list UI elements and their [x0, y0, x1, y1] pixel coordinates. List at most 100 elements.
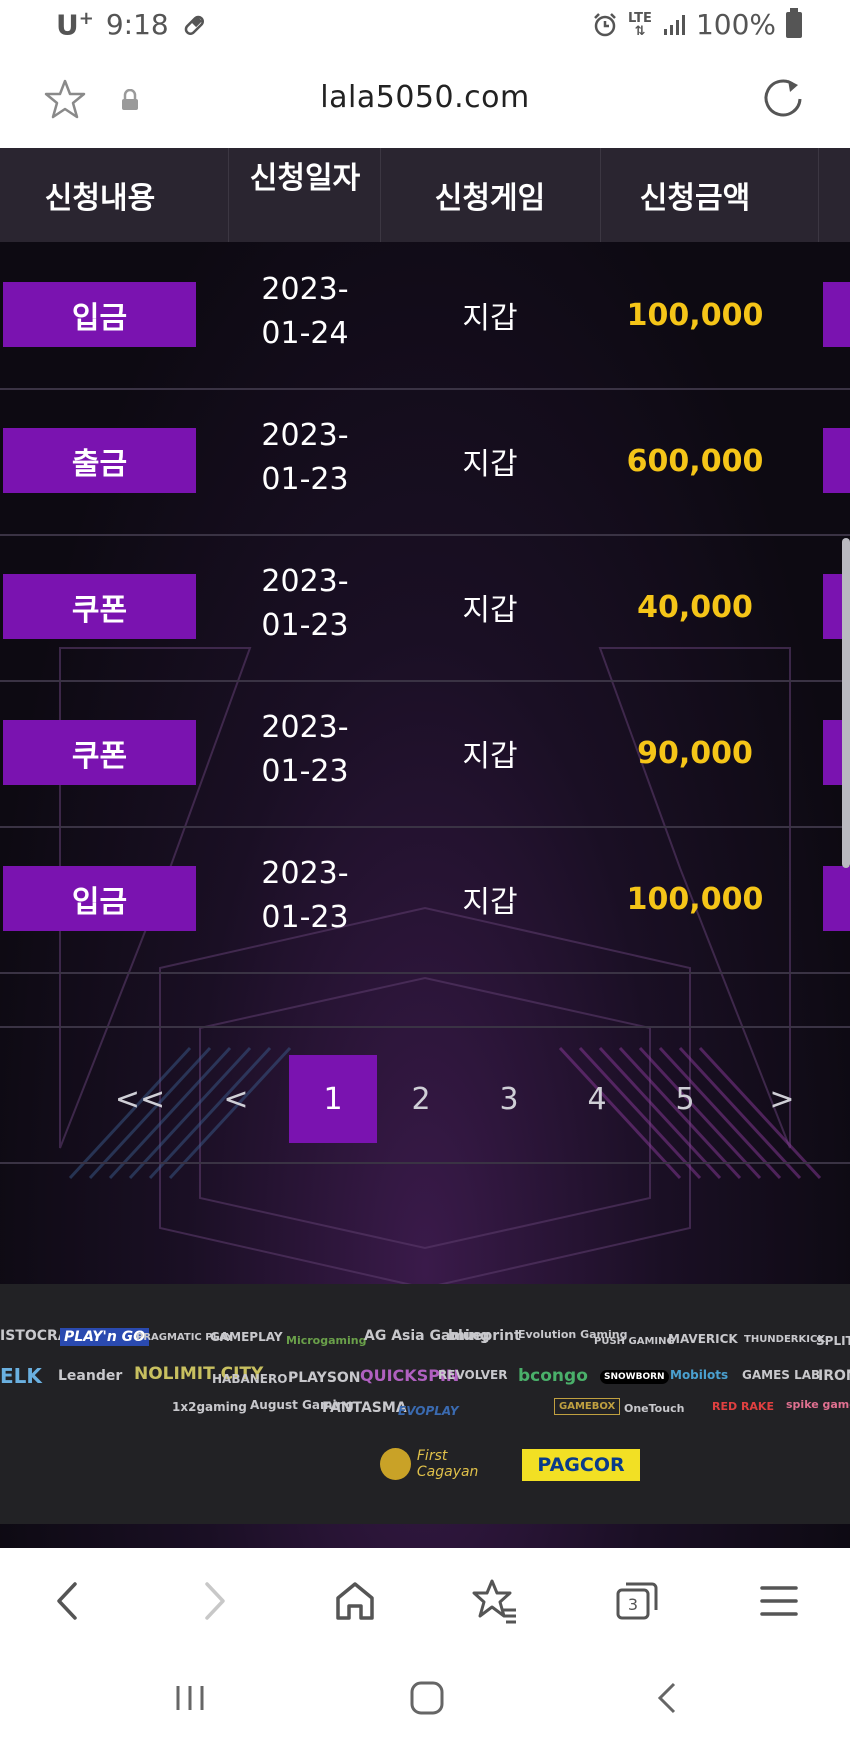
provider-logo: GAMES LAB	[742, 1368, 821, 1382]
table-row: 쿠폰 2023- 01-23 지갑 40,000	[0, 534, 850, 682]
provider-logo: spike games	[786, 1398, 850, 1411]
bookmark-icon[interactable]	[470, 1576, 520, 1626]
provider-logo: GAMEBOX	[554, 1398, 621, 1415]
provider-logo: REVOLVER	[438, 1368, 508, 1382]
header-date: 신청일자	[249, 161, 361, 196]
provider-logo: HABANERO	[212, 1372, 288, 1386]
request-amount: 90,000	[637, 735, 753, 771]
reload-icon[interactable]	[762, 77, 806, 121]
pagination: << < 1 2 3 4 5 >	[0, 1055, 850, 1143]
page-button-5[interactable]: 5	[641, 1055, 729, 1143]
provider-logo: SPLIT	[816, 1334, 850, 1348]
provider-logo: bcongo	[518, 1366, 588, 1386]
provider-logos: ISTOCRAT PLAY'n GO PRAGMATIC PLAY GAMEPL…	[0, 1284, 850, 1524]
table-row: 쿠폰 2023- 01-23 지갑 90,000	[0, 680, 850, 828]
status-button[interactable]	[823, 282, 850, 347]
carrier-label: U+	[56, 8, 94, 42]
request-type-badge[interactable]: 쿠폰	[3, 720, 196, 785]
recent-apps-icon[interactable]	[170, 1678, 210, 1718]
provider-logo: Leander	[58, 1368, 123, 1384]
provider-logo: MAVERICK	[668, 1332, 738, 1346]
request-amount: 100,000	[626, 881, 764, 917]
battery-icon	[786, 7, 802, 38]
request-amount: 100,000	[626, 297, 764, 333]
page-content: 신청내용 신청일자 신청게임 신청금액 입금 2023- 01-24 지갑 100…	[0, 148, 850, 1548]
url-text[interactable]: lala5050.com	[0, 80, 850, 115]
browser-url-bar: lala5050.com	[0, 50, 850, 150]
request-game: 지갑	[462, 885, 518, 920]
page-button-3[interactable]: 3	[465, 1055, 553, 1143]
header-divider	[228, 148, 229, 242]
request-game: 지갑	[462, 301, 518, 336]
request-date: 2023- 01-23	[261, 856, 349, 935]
header-divider	[818, 148, 819, 242]
tabs-icon[interactable]: 3	[612, 1576, 662, 1626]
svg-text:3: 3	[628, 1595, 638, 1614]
first-page-button[interactable]: <<	[96, 1055, 184, 1143]
prev-page-button[interactable]: <	[192, 1055, 280, 1143]
table-row: 입금 2023- 01-24 지갑 100,000	[0, 242, 850, 390]
table-row: 출금 2023- 01-23 지갑 600,000	[0, 388, 850, 536]
status-bar: U+ 9:18 LTE ⇅ 100%	[0, 0, 850, 50]
request-date: 2023- 01-23	[261, 564, 349, 643]
home-button-icon[interactable]	[407, 1678, 447, 1718]
provider-logo: blueprint	[448, 1328, 521, 1344]
request-type-badge[interactable]: 출금	[3, 428, 196, 493]
forward-icon[interactable]	[188, 1576, 238, 1626]
system-back-icon[interactable]	[648, 1678, 688, 1718]
first-cagayan-logo: First Cagayan	[380, 1444, 510, 1484]
provider-logo: PUSH GAMING	[594, 1336, 675, 1347]
request-game: 지갑	[462, 447, 518, 482]
request-date: 2023- 01-23	[261, 418, 349, 497]
request-game: 지갑	[462, 739, 518, 774]
seal-icon	[380, 1448, 411, 1480]
provider-logo: OneTouch	[624, 1402, 685, 1415]
divider	[0, 1026, 850, 1028]
table-row: 입금 2023- 01-23 지갑 100,000	[0, 826, 850, 974]
header-divider	[380, 148, 381, 242]
request-game: 지갑	[462, 593, 518, 628]
request-amount: 600,000	[626, 443, 764, 479]
header-amount: 신청금액	[639, 181, 751, 216]
page-button-2[interactable]: 2	[377, 1055, 465, 1143]
scrollbar-thumb[interactable]	[842, 538, 850, 868]
request-date: 2023- 01-23	[261, 710, 349, 789]
back-icon[interactable]	[44, 1576, 94, 1626]
provider-logo: EVOPLAY	[398, 1404, 459, 1418]
provider-logo: 1x2gaming	[172, 1400, 247, 1414]
provider-logo: Microgaming	[286, 1334, 367, 1347]
signal-icon	[663, 14, 685, 35]
request-date: 2023- 01-24	[261, 272, 349, 351]
provider-logo: THUNDERKICK	[744, 1334, 826, 1345]
page-button-1[interactable]: 1	[289, 1055, 377, 1143]
browser-toolbar: 3	[0, 1548, 850, 1658]
provider-logo: IRON	[818, 1368, 850, 1384]
request-type-badge[interactable]: 입금	[3, 282, 196, 347]
status-time: 9:18	[105, 8, 169, 42]
battery-level: 100%	[695, 8, 776, 41]
request-type-badge[interactable]: 쿠폰	[3, 574, 196, 639]
request-amount: 40,000	[637, 589, 753, 625]
menu-icon[interactable]	[754, 1576, 804, 1626]
provider-logo: FANTASMA	[322, 1400, 407, 1416]
provider-logo: GAMEPLAY	[210, 1330, 283, 1344]
divider	[0, 1162, 850, 1164]
provider-logo: RED RAKE	[712, 1400, 774, 1413]
status-button[interactable]	[823, 866, 850, 931]
header-game: 신청게임	[434, 181, 546, 216]
provider-logo: Mobilots	[670, 1368, 729, 1382]
page-button-4[interactable]: 4	[553, 1055, 641, 1143]
status-button[interactable]	[823, 428, 850, 493]
pill-icon	[184, 15, 204, 35]
request-type-badge[interactable]: 입금	[3, 866, 196, 931]
table-header: 신청내용 신청일자 신청게임 신청금액	[0, 148, 850, 242]
system-navigation-bar	[0, 1658, 850, 1747]
network-type: LTE ⇅	[628, 10, 652, 39]
header-type: 신청내용	[44, 181, 156, 216]
home-icon[interactable]	[330, 1576, 380, 1626]
provider-logo: ELK	[0, 1364, 42, 1388]
next-page-button[interactable]: >	[738, 1055, 826, 1143]
alarm-icon	[594, 12, 616, 36]
provider-logo: SNOWBORN	[600, 1370, 669, 1384]
pagcor-logo: PAGCOR	[522, 1449, 640, 1481]
